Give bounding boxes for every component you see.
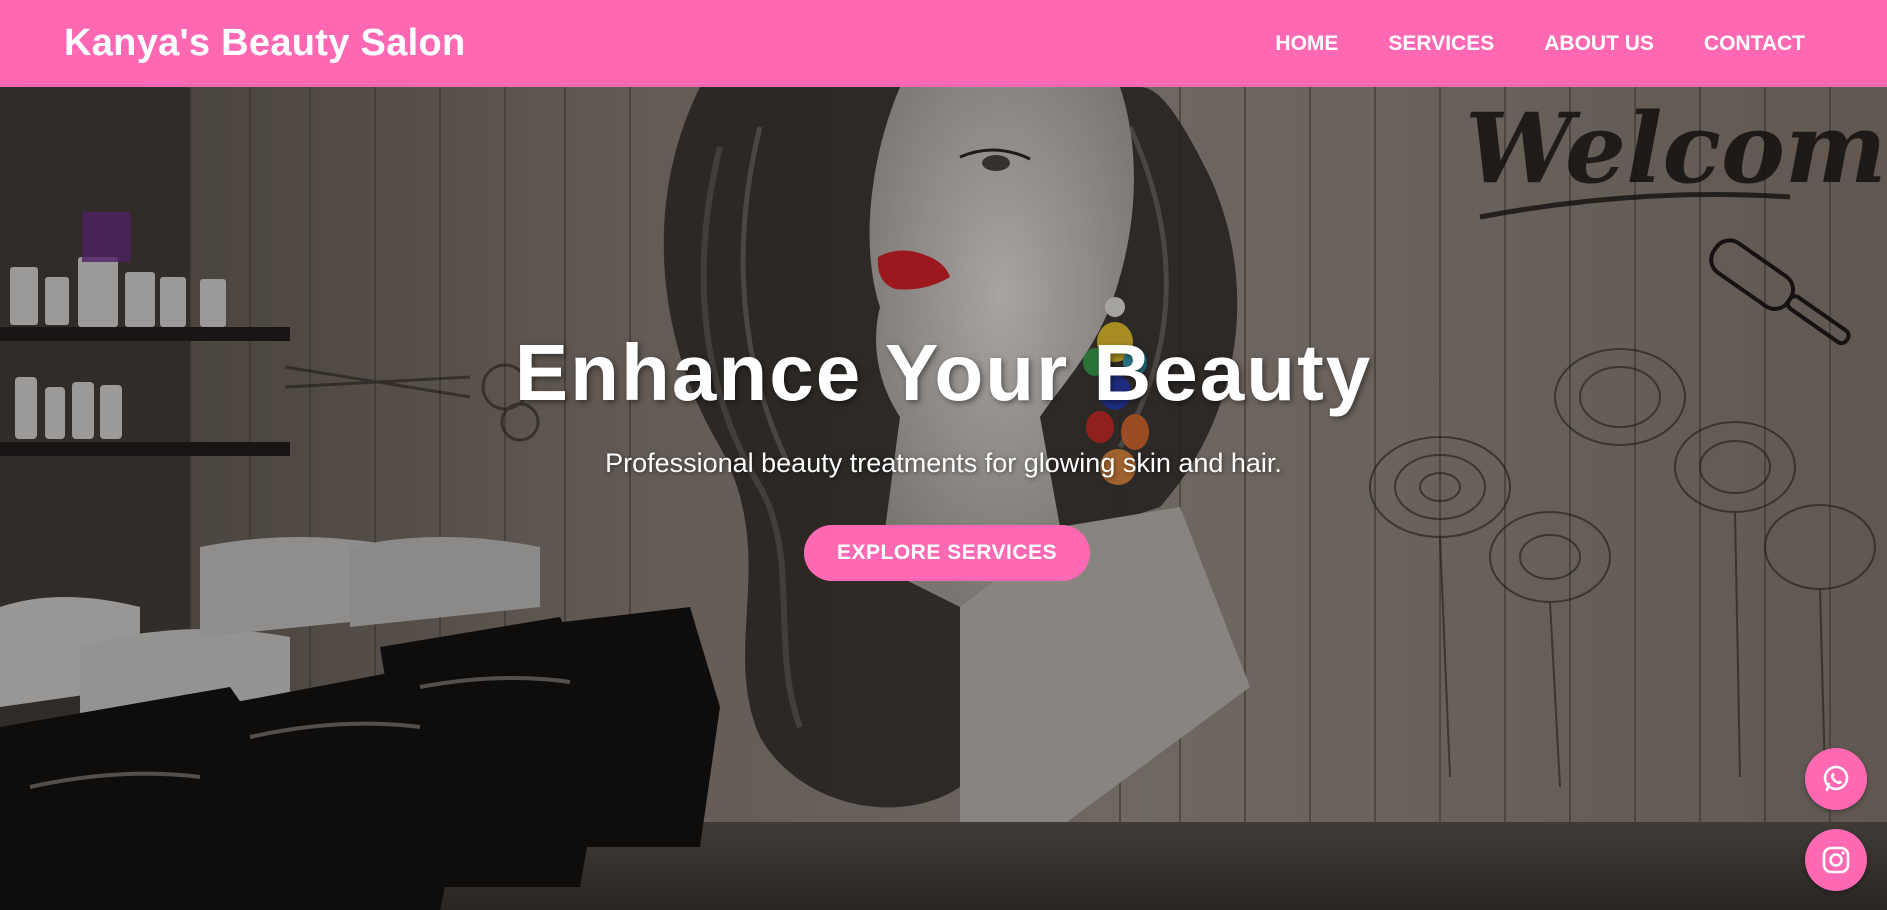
- nav-link-about-us[interactable]: ABOUT US: [1544, 32, 1654, 56]
- nav-link-contact[interactable]: CONTACT: [1704, 32, 1805, 56]
- hero-section: Welcom e: [0, 87, 1887, 910]
- explore-services-button[interactable]: EXPLORE SERVICES: [804, 525, 1090, 581]
- whatsapp-icon: [1823, 765, 1849, 792]
- hero-title: Enhance Your Beauty: [514, 328, 1373, 417]
- instagram-icon: [1822, 846, 1850, 874]
- hero-content: Enhance Your Beauty Professional beauty …: [0, 87, 1887, 910]
- nav-link-home[interactable]: HOME: [1275, 32, 1338, 56]
- instagram-float-button[interactable]: [1805, 829, 1867, 891]
- whatsapp-float-button[interactable]: [1805, 748, 1867, 810]
- nav-link-services[interactable]: SERVICES: [1388, 32, 1494, 56]
- hero-subtitle: Professional beauty treatments for glowi…: [605, 448, 1282, 478]
- brand-logo-text[interactable]: Kanya's Beauty Salon: [64, 22, 466, 65]
- main-nav: HOME SERVICES ABOUT US CONTACT: [1275, 32, 1805, 56]
- navbar: Kanya's Beauty Salon HOME SERVICES ABOUT…: [0, 0, 1887, 87]
- page: Kanya's Beauty Salon HOME SERVICES ABOUT…: [0, 0, 1887, 910]
